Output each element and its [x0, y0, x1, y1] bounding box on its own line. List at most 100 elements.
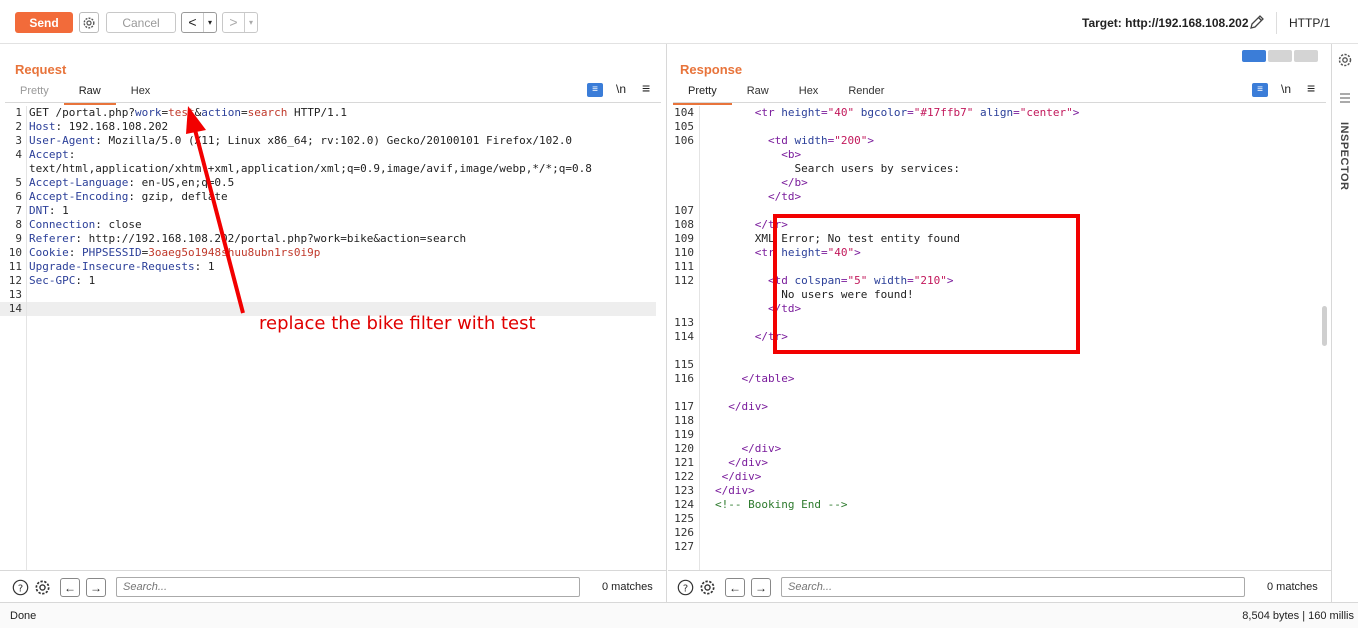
request-menu-icon[interactable]: ≡ [642, 80, 650, 96]
back-button[interactable]: < [182, 13, 204, 32]
response-search-input[interactable] [781, 577, 1245, 597]
request-editor[interactable]: 1 GET /portal.php?work=test&action=search… [0, 106, 656, 566]
arrow-left-icon: ← [729, 580, 741, 595]
wrap-lines-icon: ≡ [592, 84, 598, 95]
response-tab-pretty[interactable]: Pretty [673, 84, 732, 105]
code-line[interactable]: 11 Upgrade-Insecure-Requests: 1 [0, 260, 656, 274]
response-tab-hex[interactable]: Hex [784, 84, 834, 102]
code-line[interactable]: 4 Accept: [0, 148, 656, 162]
cancel-button[interactable]: Cancel [106, 12, 176, 33]
response-search-bar: ? ← → 0 matches [668, 570, 1331, 602]
code-line[interactable]: 106 <td width="200"> [668, 134, 1321, 148]
response-newline-toggle[interactable]: \n [1281, 82, 1291, 96]
code-line[interactable]: 124 <!-- Booking End --> [668, 498, 1321, 512]
request-search-input[interactable] [116, 577, 580, 597]
svg-text:?: ? [683, 583, 688, 594]
status-bar: Done 8,504 bytes | 160 millis [0, 602, 1358, 628]
response-search-settings-button[interactable] [699, 579, 716, 596]
response-tab-render[interactable]: Render [833, 84, 899, 102]
code-line[interactable]: 116 </table> [668, 372, 1321, 386]
response-menu-icon[interactable]: ≡ [1307, 80, 1315, 96]
code-line[interactable]: </b> [668, 176, 1321, 190]
code-line[interactable]: text/html,application/xhtml+xml,applicat… [0, 162, 656, 176]
code-line[interactable]: 120 </div> [668, 442, 1321, 456]
code-line[interactable]: 12 Sec-GPC: 1 [0, 274, 656, 288]
code-line[interactable]: 123 </div> [668, 484, 1321, 498]
request-help-button[interactable]: ? [12, 579, 29, 596]
line-number: 7 [15, 204, 22, 217]
code-line[interactable]: 115 [668, 358, 1321, 372]
code-line[interactable]: 122 </div> [668, 470, 1321, 484]
layout-stacked-button[interactable] [1268, 50, 1292, 62]
code-line[interactable]: 126 [668, 526, 1321, 540]
request-search-settings-button[interactable] [34, 579, 51, 596]
response-search-next-button[interactable]: → [751, 578, 771, 597]
line-number: 116 [674, 372, 694, 385]
code-line[interactable]: 104 <tr height="40" bgcolor="#17ffb7" al… [668, 106, 1321, 120]
code-line[interactable]: 125 [668, 512, 1321, 526]
back-dropdown-icon[interactable]: ▾ [204, 18, 216, 27]
code-line[interactable]: 117 </div> [668, 400, 1321, 414]
target-label: Target: http://192.168.108.202 [1082, 16, 1249, 30]
line-number: 117 [674, 400, 694, 413]
code-line[interactable]: 1 GET /portal.php?work=test&action=search… [0, 106, 656, 120]
http-version-toggle[interactable]: HTTP/1 [1289, 16, 1330, 30]
response-wrap-toggle[interactable]: ≡ [1252, 83, 1268, 97]
edit-target-button[interactable] [1248, 13, 1266, 31]
code-line[interactable]: 2 Host: 192.168.108.202 [0, 120, 656, 134]
code-line[interactable]: 13 [0, 288, 656, 302]
line-text: </div> [741, 442, 782, 455]
response-tab-raw[interactable]: Raw [732, 84, 784, 102]
response-scrollbar-thumb[interactable] [1322, 306, 1327, 346]
line-number: 105 [674, 120, 694, 133]
inspector-collapse-button[interactable] [1339, 92, 1351, 104]
code-line[interactable]: 5 Accept-Language: en-US,en;q=0.5 [0, 176, 656, 190]
line-text: Host: 192.168.108.202 [29, 120, 169, 133]
request-gutter-line [26, 106, 27, 570]
code-line[interactable]: 3 User-Agent: Mozilla/5.0 (X11; Linux x86… [0, 134, 656, 148]
response-help-button[interactable]: ? [677, 579, 694, 596]
request-newline-toggle[interactable]: \n [616, 82, 626, 96]
code-line[interactable]: 119 [668, 428, 1321, 442]
request-tab-pretty[interactable]: Pretty [5, 84, 64, 102]
code-line[interactable]: 121 </div> [668, 456, 1321, 470]
inspector-sidebar: INSPECTOR [1332, 44, 1358, 602]
line-text: </div> [728, 456, 768, 469]
request-tab-raw[interactable]: Raw [63, 84, 116, 105]
layout-tabs-button[interactable] [1294, 50, 1318, 62]
code-line[interactable]: 9 Referer: http://192.168.108.202/portal.… [0, 232, 656, 246]
line-number: 111 [674, 260, 694, 273]
line-number: 120 [674, 442, 694, 455]
layout-side-by-side-button[interactable] [1242, 50, 1266, 62]
history-back-group: < ▾ [181, 12, 217, 33]
request-tab-hex[interactable]: Hex [116, 84, 166, 102]
arrow-left-icon: ← [64, 580, 76, 595]
code-line[interactable]: </td> [668, 190, 1321, 204]
request-search-bar: ? ← → 0 matches [0, 570, 666, 602]
code-line[interactable]: 7 DNT: 1 [0, 204, 656, 218]
request-search-prev-button[interactable]: ← [60, 578, 80, 597]
code-line[interactable] [668, 386, 1321, 400]
code-line[interactable]: 8 Connection: close [0, 218, 656, 232]
send-button[interactable]: Send [15, 12, 73, 33]
code-line[interactable]: 127 [668, 540, 1321, 554]
inspector-settings-button[interactable] [1337, 52, 1353, 68]
code-line[interactable]: Search users by services: [668, 162, 1321, 176]
inspector-tab[interactable]: INSPECTOR [1338, 122, 1350, 190]
code-line[interactable]: 10 Cookie: PHPSESSID=3oaeg5o1948shuu8ubn1… [0, 246, 656, 260]
forward-dropdown-icon[interactable]: ▾ [245, 18, 257, 27]
code-line[interactable]: 105 [668, 120, 1321, 134]
response-search-prev-button[interactable]: ← [725, 578, 745, 597]
request-search-next-button[interactable]: → [86, 578, 106, 597]
response-tab-divider [673, 102, 1326, 103]
settings-gear-button[interactable] [79, 12, 99, 33]
code-line[interactable]: 118 [668, 414, 1321, 428]
arrow-right-icon: → [90, 580, 102, 595]
request-wrap-toggle[interactable]: ≡ [587, 83, 603, 97]
forward-button[interactable]: > [223, 13, 245, 32]
code-line[interactable]: 6 Accept-Encoding: gzip, deflate [0, 190, 656, 204]
code-line[interactable]: <b> [668, 148, 1321, 162]
line-number: 10 [8, 246, 22, 259]
line-number: 104 [674, 106, 694, 119]
line-text: </div> [715, 484, 755, 497]
